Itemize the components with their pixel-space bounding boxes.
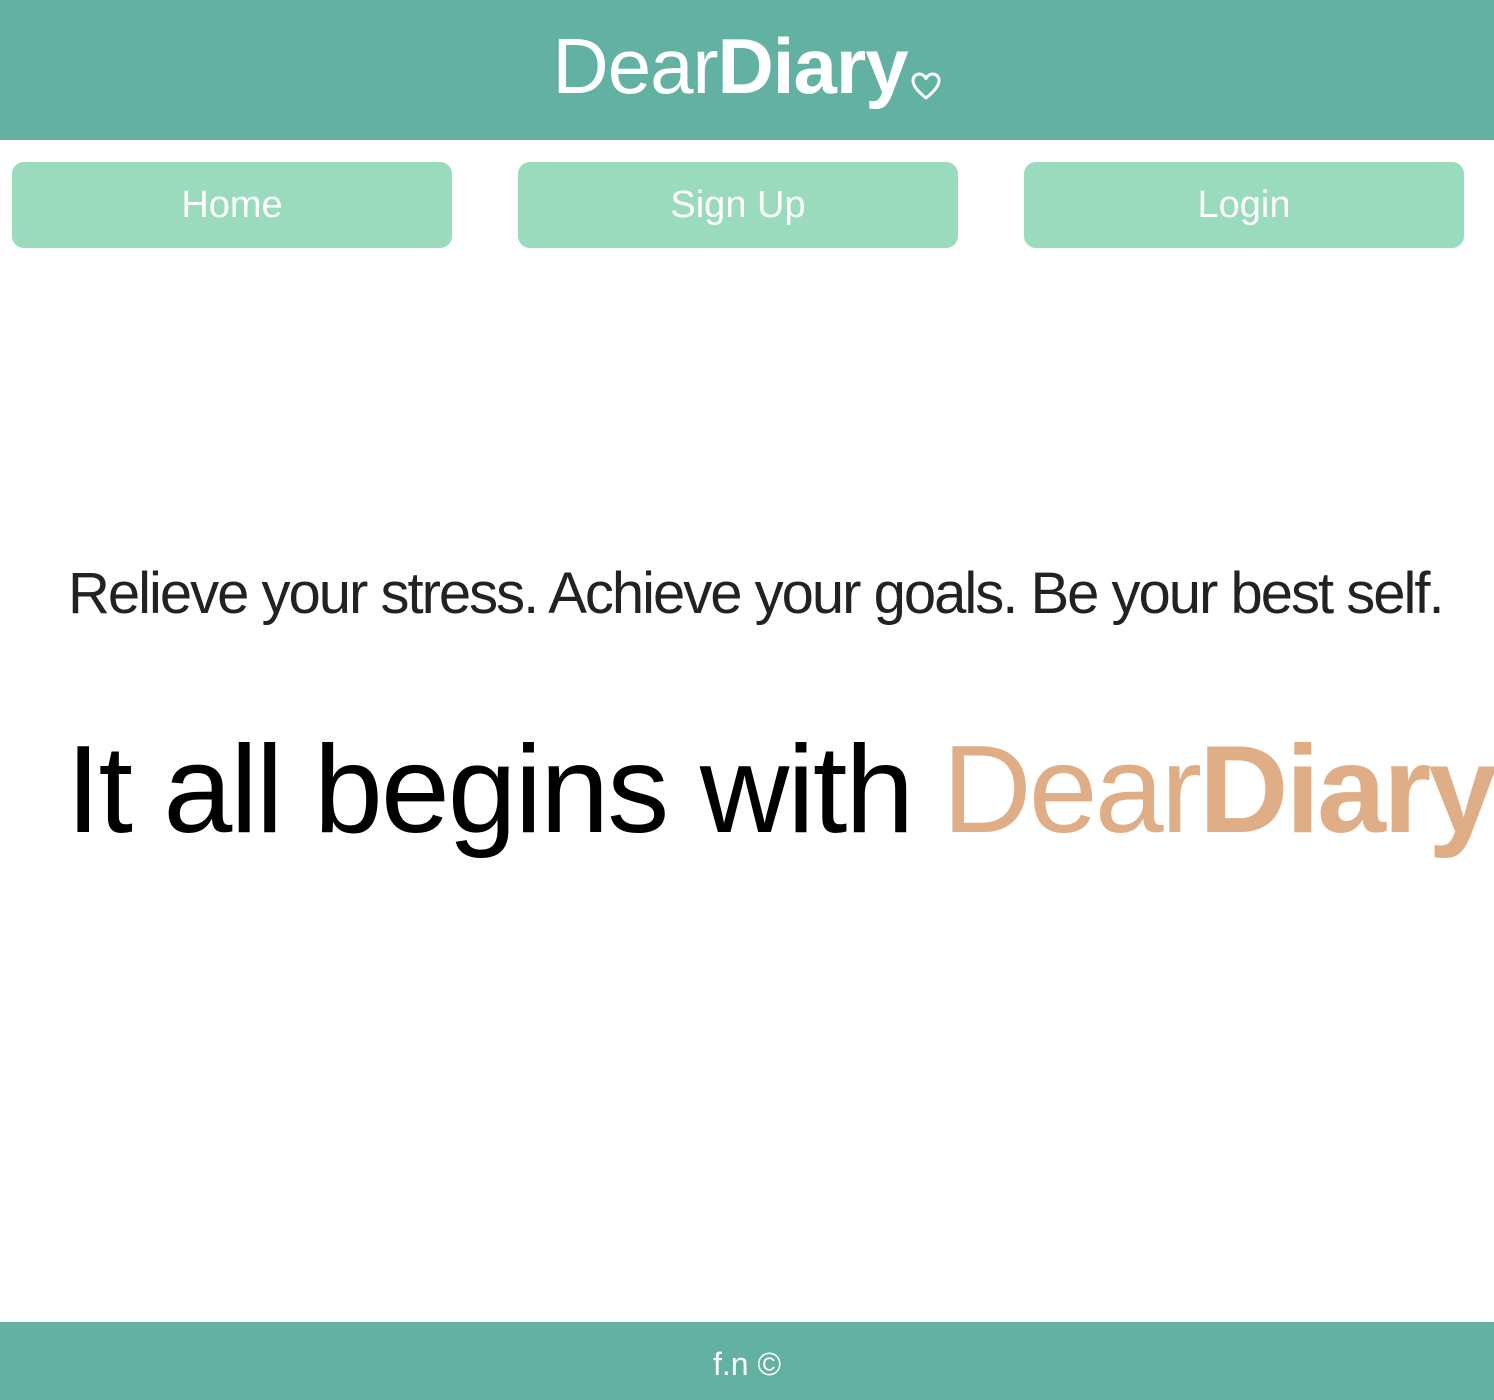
site-header: Dear Diary — [0, 0, 1494, 140]
heart-icon — [911, 72, 941, 100]
hero-lead-text: It all begins with — [66, 721, 914, 859]
login-button[interactable]: Login — [1024, 162, 1464, 248]
hero-brand-bold: Diary — [1199, 721, 1494, 859]
site-footer: f.n © — [0, 1322, 1494, 1400]
hero-heading: It all begins with Dear Diary — [66, 721, 1494, 859]
site-logo[interactable]: Dear Diary — [552, 27, 941, 105]
sign-up-button[interactable]: Sign Up — [518, 162, 958, 248]
logo-text-bold: Diary — [717, 22, 908, 110]
page: Dear Diary Home Sign Up Login Relieve you… — [0, 0, 1494, 1400]
logo-text-light: Dear — [552, 22, 718, 110]
home-button[interactable]: Home — [12, 162, 452, 248]
tagline: Relieve your stress. Achieve your goals.… — [68, 561, 1445, 626]
footer-text: f.n © — [712, 1345, 782, 1382]
hero-brand-light: Dear — [942, 721, 1202, 859]
